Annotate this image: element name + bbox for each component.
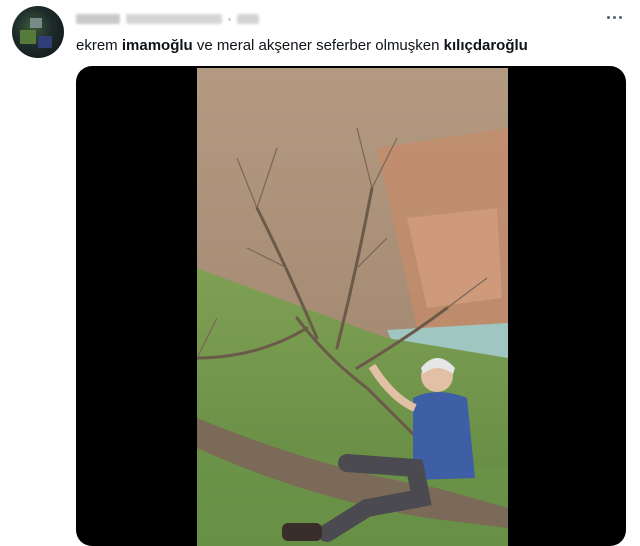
avatar-pixel	[38, 36, 52, 48]
more-horizontal-icon	[612, 15, 616, 19]
avatar-pixel	[20, 30, 36, 44]
tweet-header	[76, 10, 259, 28]
more-options-button[interactable]	[602, 10, 626, 24]
separator-dot	[228, 17, 231, 21]
tweet-text-part: ekrem	[76, 37, 122, 54]
avatar-pixel	[30, 18, 42, 28]
more-horizontal-icon	[618, 15, 622, 19]
blurred-timestamp[interactable]	[237, 14, 259, 24]
more-horizontal-icon	[606, 15, 610, 19]
tweet-text-mention: kılıçdaroğlu	[443, 37, 528, 54]
blurred-display-name[interactable]	[76, 14, 120, 24]
tweet-text: ekrem imamoğlu ve meral akşener seferber…	[76, 36, 528, 56]
blurred-username[interactable]	[126, 14, 222, 24]
tweet-video[interactable]	[76, 66, 626, 546]
video-frame	[197, 68, 508, 546]
avatar[interactable]	[12, 6, 64, 58]
tweet-text-mention: imamoğlu	[121, 37, 193, 54]
tweet-text-part: ve meral akşener seferber olmuşken	[192, 37, 444, 54]
